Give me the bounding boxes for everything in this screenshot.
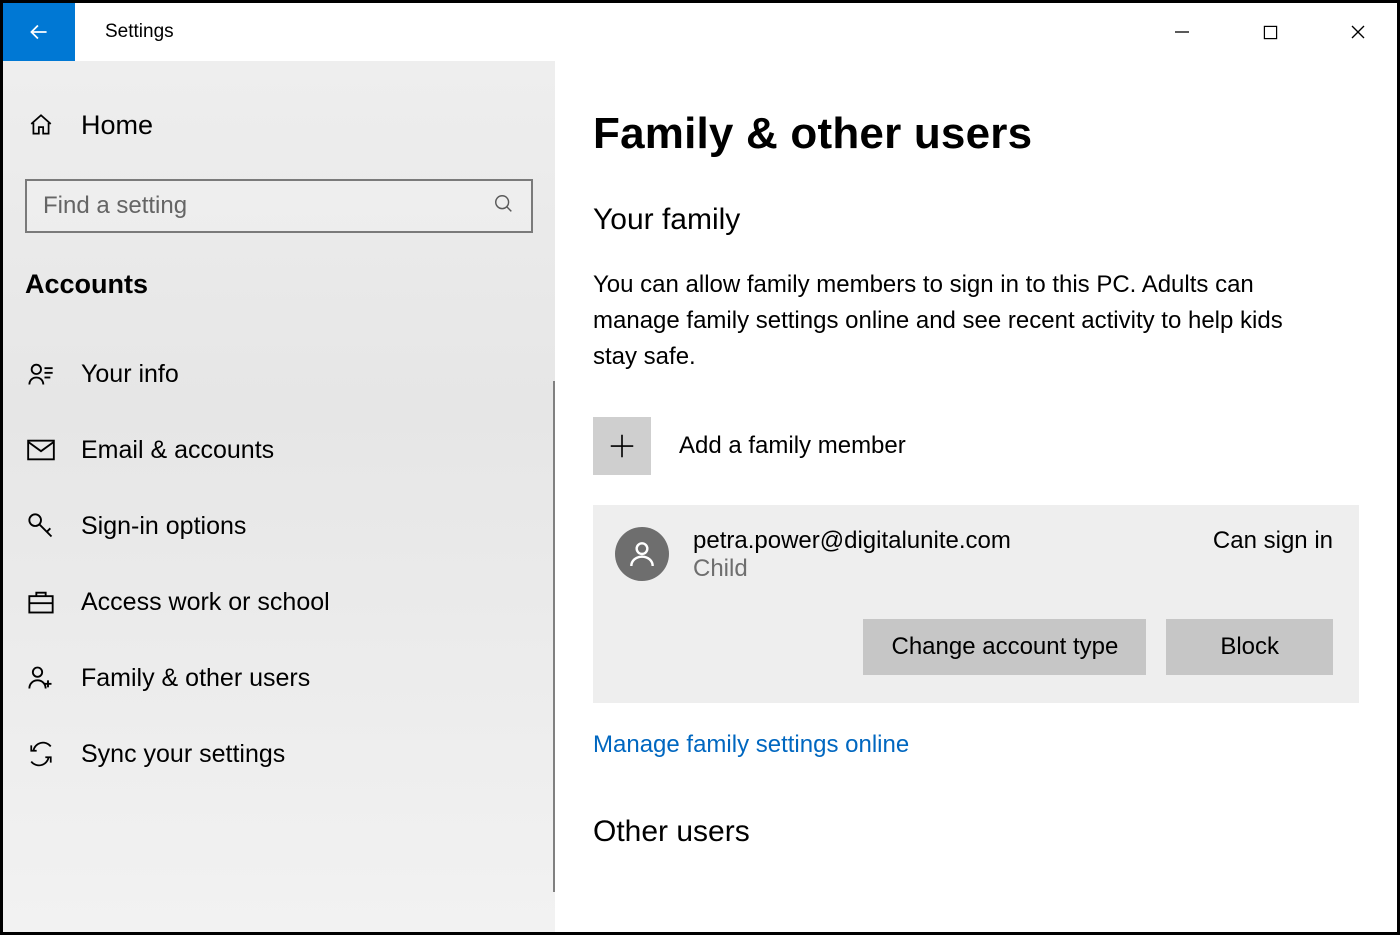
home-icon <box>25 109 57 141</box>
search-input[interactable] <box>43 192 493 220</box>
sidebar-home[interactable]: Home <box>3 97 555 153</box>
sidebar-item-sync-settings[interactable]: Sync your settings <box>3 716 555 792</box>
window-controls <box>1159 3 1397 61</box>
plus-icon <box>607 431 637 461</box>
window-title: Settings <box>75 3 1159 61</box>
sidebar-item-family-users[interactable]: Family & other users <box>3 640 555 716</box>
sidebar: Home Accounts Your info Email & accounts <box>3 61 555 932</box>
minimize-icon <box>1174 24 1190 40</box>
member-email: petra.power@digitalunite.com <box>693 527 1189 555</box>
sidebar-home-label: Home <box>81 110 153 141</box>
change-account-type-button[interactable]: Change account type <box>863 619 1146 675</box>
family-member-card[interactable]: petra.power@digitalunite.com Child Can s… <box>593 505 1359 703</box>
minimize-button[interactable] <box>1159 16 1205 48</box>
sidebar-item-label: Access work or school <box>81 588 330 617</box>
close-icon <box>1350 24 1366 40</box>
close-button[interactable] <box>1335 16 1381 48</box>
titlebar: Settings <box>3 3 1397 61</box>
sidebar-item-label: Email & accounts <box>81 436 274 465</box>
back-button[interactable] <box>3 3 75 61</box>
sidebar-item-label: Sync your settings <box>81 740 285 769</box>
maximize-button[interactable] <box>1247 16 1293 48</box>
briefcase-icon <box>25 586 57 618</box>
other-users-heading: Other users <box>593 815 1359 849</box>
sidebar-item-label: Family & other users <box>81 664 310 693</box>
sync-icon <box>25 738 57 770</box>
block-button[interactable]: Block <box>1166 619 1333 675</box>
sidebar-item-label: Sign-in options <box>81 512 246 541</box>
key-icon <box>25 510 57 542</box>
sidebar-item-label: Your info <box>81 360 179 389</box>
manage-family-link[interactable]: Manage family settings online <box>593 731 909 759</box>
plus-tile <box>593 417 651 475</box>
user-info-icon <box>25 358 57 390</box>
sidebar-item-signin-options[interactable]: Sign-in options <box>3 488 555 564</box>
sidebar-category: Accounts <box>3 269 555 300</box>
page-title: Family & other users <box>593 109 1359 159</box>
member-role: Child <box>693 555 1189 583</box>
add-family-member-button[interactable]: Add a family member <box>593 417 1359 475</box>
arrow-left-icon <box>26 19 52 45</box>
maximize-icon <box>1263 25 1278 40</box>
search-icon <box>493 193 515 220</box>
sidebar-item-your-info[interactable]: Your info <box>3 336 555 412</box>
sidebar-item-email-accounts[interactable]: Email & accounts <box>3 412 555 488</box>
sidebar-item-work-school[interactable]: Access work or school <box>3 564 555 640</box>
search-box[interactable] <box>25 179 533 233</box>
family-icon <box>25 662 57 694</box>
add-family-label: Add a family member <box>679 432 906 460</box>
member-status: Can sign in <box>1213 527 1333 555</box>
your-family-heading: Your family <box>593 203 1359 237</box>
avatar <box>615 527 669 581</box>
mail-icon <box>25 434 57 466</box>
main-content: Family & other users Your family You can… <box>555 61 1397 932</box>
your-family-description: You can allow family members to sign in … <box>593 267 1333 375</box>
person-icon <box>626 538 658 570</box>
